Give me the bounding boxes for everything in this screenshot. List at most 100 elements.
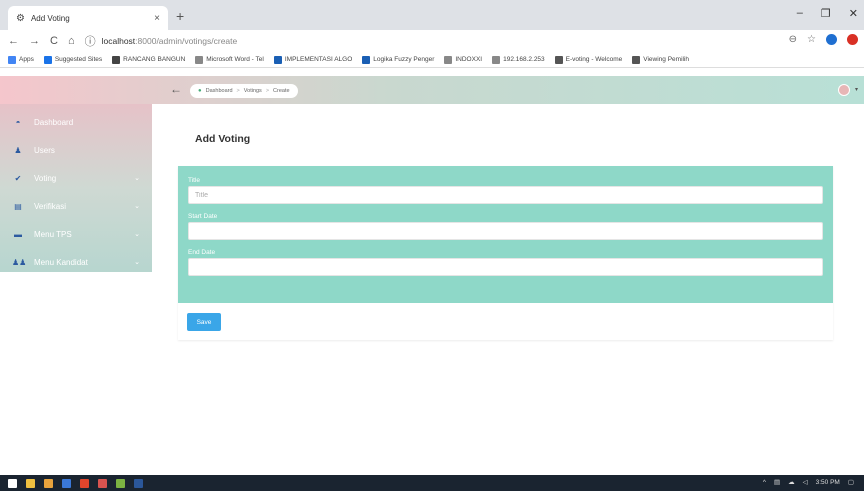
bookmark-item[interactable]: Apps xyxy=(8,55,34,64)
word-icon[interactable] xyxy=(134,478,143,488)
bookmark-icon xyxy=(362,55,371,64)
browser-tab[interactable]: ⚙ Add Voting × xyxy=(8,6,168,30)
bookmark-item[interactable]: RANCANG BANGUN xyxy=(112,55,185,64)
end-date-label: End Date xyxy=(188,249,216,256)
bookmark-label: IMPLEMENTASI ALGO xyxy=(284,56,353,63)
zoom-icon[interactable]: ⊖ xyxy=(789,34,797,45)
breadcrumb-separator: > xyxy=(265,88,270,94)
home-icon[interactable]: ⌂ xyxy=(68,35,75,47)
bookmark-item[interactable]: Viewing Pemilih xyxy=(632,55,690,64)
windows-start-icon[interactable] xyxy=(8,478,17,488)
sidebar-item-label: Verifikasi xyxy=(34,201,67,211)
chevron-up-icon[interactable]: ^ xyxy=(763,479,766,486)
home-icon: ● xyxy=(198,88,202,94)
save-button[interactable]: Save xyxy=(187,313,221,331)
chevron-down-icon[interactable]: ▾ xyxy=(855,86,858,93)
avatar[interactable] xyxy=(838,84,850,96)
bookmark-item[interactable]: IMPLEMENTASI ALGO xyxy=(273,55,353,64)
network-icon[interactable]: ▤ xyxy=(774,478,780,486)
bookmark-label: Suggested Sites xyxy=(54,56,103,63)
chevron-down-icon[interactable]: ⌄ xyxy=(134,202,140,210)
chrome-icon[interactable] xyxy=(80,478,89,488)
sidebar-item-verifikasi[interactable]: ▤ Verifikasi ⌄ xyxy=(0,192,152,220)
bookmark-label: INDOXXI xyxy=(455,56,483,63)
bookmark-label: Apps xyxy=(19,56,34,63)
bookmark-item[interactable]: 192.168.2.253 xyxy=(492,55,545,64)
bookmark-label: Viewing Pemilih xyxy=(643,56,690,63)
page-icon xyxy=(444,55,453,64)
chevron-down-icon[interactable]: ⌄ xyxy=(134,174,140,182)
bookmark-label: 192.168.2.253 xyxy=(503,56,545,63)
star-icon[interactable]: ☆ xyxy=(807,34,816,45)
sidebar-item-dashboard[interactable]: ◓ Dashboard xyxy=(0,108,152,136)
reload-icon[interactable]: C xyxy=(50,35,58,47)
taskbar-apps xyxy=(8,478,143,488)
sidebar-item-voting[interactable]: ✔ Voting ⌄ xyxy=(0,164,152,192)
back-arrow-icon[interactable]: ← xyxy=(170,82,182,96)
minimize-button[interactable]: – xyxy=(797,7,803,20)
notification-icon[interactable]: ▢ xyxy=(848,478,854,486)
bookmarks-bar: Apps Suggested Sites RANCANG BANGUN Microso… xyxy=(0,52,864,68)
bookmark-item[interactable]: Logika Fuzzy Penger xyxy=(362,55,434,64)
sidebar-item-menu-tps[interactable]: ▬ Menu TPS ⌄ xyxy=(0,220,152,248)
chevron-down-icon[interactable]: ⌄ xyxy=(134,230,140,238)
url-path: :8000/admin/votings/create xyxy=(135,36,238,46)
dashboard-icon: ◓ xyxy=(15,117,21,127)
chevron-down-icon[interactable]: ⌄ xyxy=(134,258,140,266)
sidebar: ◓ Dashboard ♟ Users ✔ Voting ⌄ ▤ Verifikasi ⌄ ▬ Men… xyxy=(0,104,152,272)
sidebar-item-label: Menu TPS xyxy=(34,229,72,239)
sidebar-item-users[interactable]: ♟ Users xyxy=(0,136,152,164)
tab-title: Add Voting xyxy=(30,13,70,23)
apps-icon xyxy=(8,55,16,64)
file-explorer-icon[interactable] xyxy=(26,478,35,488)
bookmark-label: E-voting - Welcome xyxy=(565,56,623,63)
globe-icon xyxy=(492,55,501,64)
bookmark-item[interactable]: Suggested Sites xyxy=(43,55,103,64)
sidebar-item-menu-kandidat[interactable]: ♟♟ Menu Kandidat ⌄ xyxy=(0,248,152,276)
address-row: ← → C ⌂ ⓘ localhost:8000/admin/votings/c… xyxy=(0,30,864,52)
browser-tab-bar: ⚙ Add Voting × + – ❐ ✕ xyxy=(0,0,864,30)
system-tray: ^ ▤ ☁ ◁ 3:50 PM ▢ xyxy=(763,478,854,487)
breadcrumb-item-dashboard[interactable]: Dashboard xyxy=(206,88,233,94)
bookmark-item[interactable]: E-voting - Welcome xyxy=(554,55,623,64)
users-icon: ♟♟ xyxy=(12,257,27,267)
end-date-input[interactable] xyxy=(188,258,823,276)
extension-icon-2[interactable] xyxy=(847,34,858,45)
breadcrumb-item-votings[interactable]: Votings xyxy=(244,88,262,94)
gear-icon xyxy=(632,55,641,64)
title-label: Title xyxy=(188,177,201,184)
window-controls: – ❐ ✕ xyxy=(797,7,858,20)
breadcrumb-item-create: Create xyxy=(273,88,290,94)
gear-icon: ⚙ xyxy=(16,12,25,24)
breadcrumb-separator: > xyxy=(236,88,240,94)
cloud-icon[interactable]: ☁ xyxy=(788,478,795,486)
vscode-icon[interactable] xyxy=(62,478,71,488)
bookmark-item[interactable]: INDOXXI xyxy=(444,55,483,64)
sidebar-item-label: Users xyxy=(34,145,55,155)
folder-icon[interactable] xyxy=(44,478,53,488)
clock[interactable]: 3:50 PM xyxy=(816,479,840,486)
app-header: ← ● Dashboard > Votings > Create ▾ xyxy=(0,76,864,104)
start-date-input[interactable] xyxy=(188,222,823,240)
title-input[interactable] xyxy=(188,186,823,204)
new-tab-button[interactable]: + xyxy=(176,8,184,24)
volume-icon[interactable]: ◁ xyxy=(803,478,808,486)
back-icon[interactable]: ← xyxy=(8,35,19,47)
bookmark-icon xyxy=(273,55,282,64)
user-icon: ♟ xyxy=(14,145,22,155)
restore-button[interactable]: ❐ xyxy=(821,7,831,20)
extension-icon[interactable] xyxy=(826,34,837,45)
gear-icon xyxy=(554,55,563,64)
sidebar-item-label: Voting xyxy=(34,173,57,183)
url-bar[interactable]: localhost:8000/admin/votings/create xyxy=(102,36,238,46)
bookmark-icon xyxy=(112,55,121,64)
close-window-button[interactable]: ✕ xyxy=(849,7,858,20)
bookmark-item[interactable]: Microsoft Word - Tel xyxy=(195,55,264,64)
forward-icon[interactable]: → xyxy=(29,35,40,47)
close-tab-icon[interactable]: × xyxy=(154,13,160,24)
page-icon xyxy=(195,55,204,64)
app-icon[interactable] xyxy=(98,478,107,488)
info-icon[interactable]: ⓘ xyxy=(85,33,96,49)
sidebar-item-label: Menu Kandidat xyxy=(34,257,88,267)
app-icon-2[interactable] xyxy=(116,478,125,488)
